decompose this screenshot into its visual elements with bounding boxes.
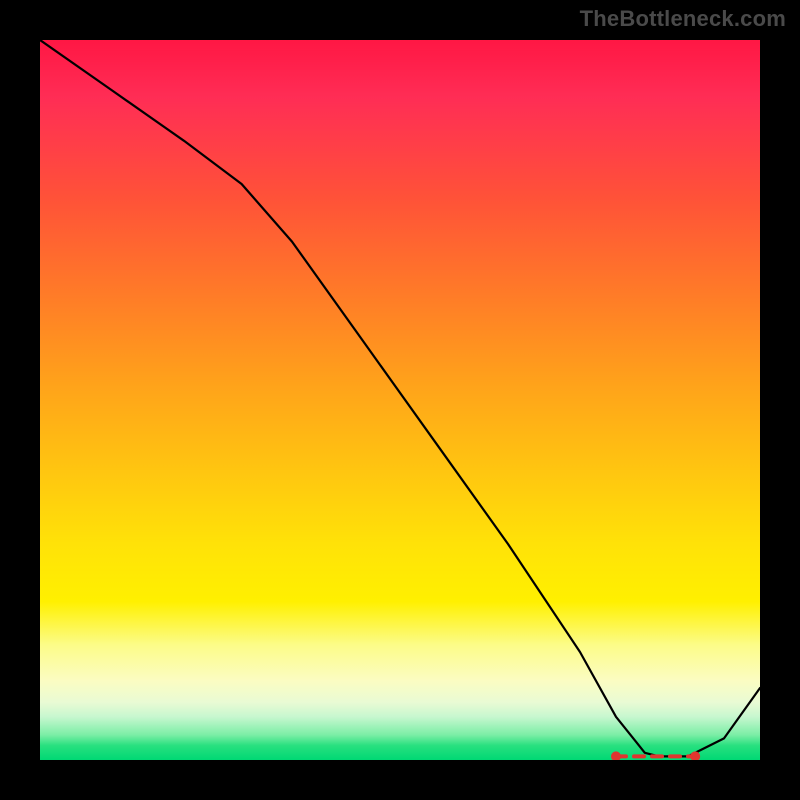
highlight-segment (611, 751, 700, 760)
highlight-dot-end (690, 751, 700, 760)
watermark-text: TheBottleneck.com (580, 6, 786, 32)
bottleneck-curve (40, 40, 760, 756)
plot-area (40, 40, 760, 760)
highlight-dot-start (611, 751, 621, 760)
chart-overlay (40, 40, 760, 760)
chart-frame: TheBottleneck.com (0, 0, 800, 800)
